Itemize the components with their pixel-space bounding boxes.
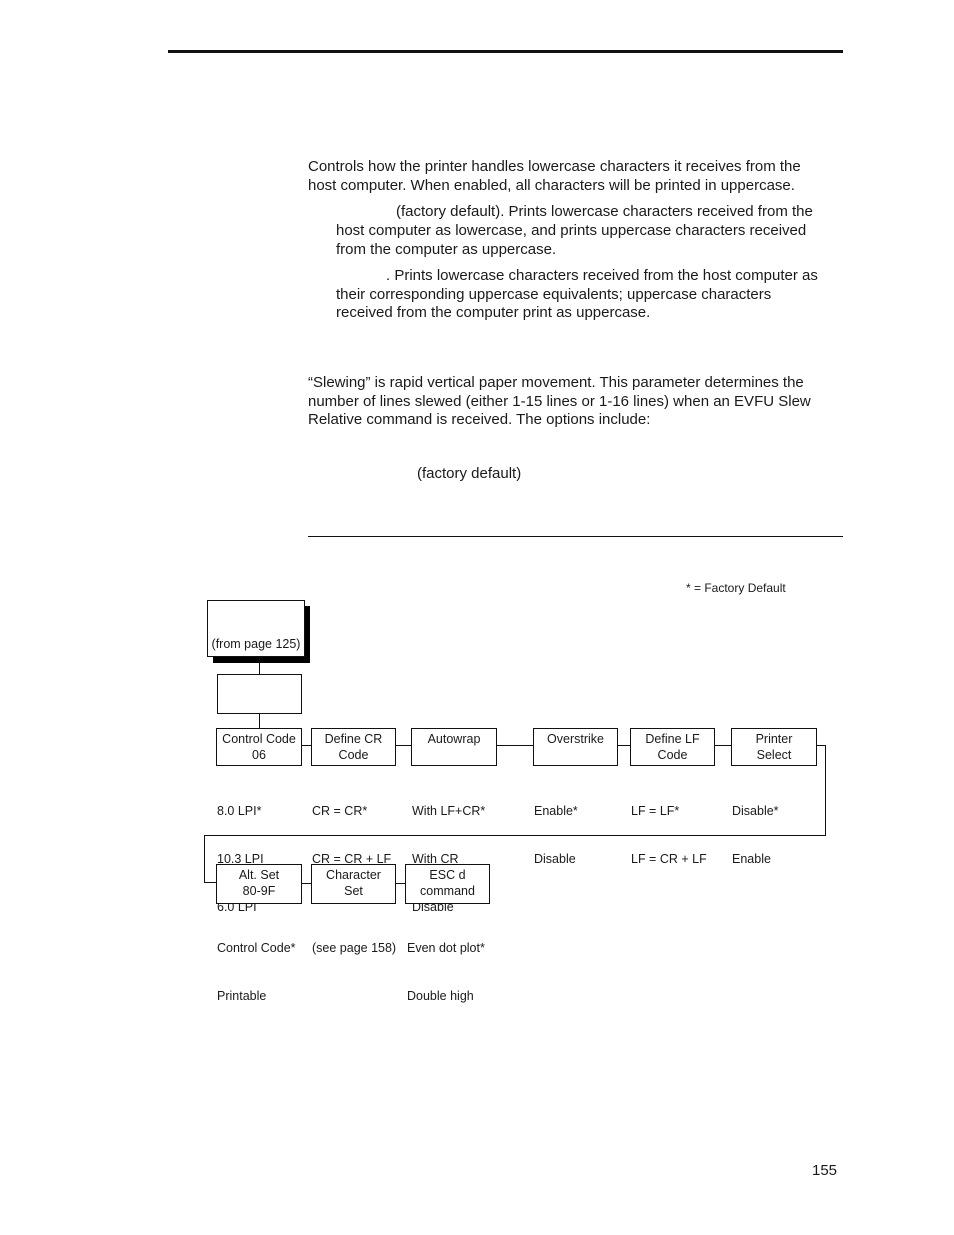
box-title: Define CR — [324, 732, 383, 746]
connector — [618, 745, 630, 746]
option-item: Even dot plot* — [407, 941, 485, 955]
connector — [259, 657, 260, 674]
option-item: Printable — [217, 989, 267, 1003]
box-subtitle: command — [420, 884, 475, 898]
options-printer-select: Disable* Enable — [732, 771, 779, 899]
menu-box-alt-set-80-9f: Alt. Set 80-9F — [216, 864, 302, 904]
box-title: Alt. Set — [238, 868, 280, 882]
option-item: (see page 158) — [312, 941, 397, 955]
options-character-set: (see page 158) — [312, 908, 396, 988]
option-item: Enable* — [534, 804, 578, 818]
connector — [204, 835, 205, 883]
option-item: With LF+CR* — [412, 804, 486, 818]
box-subtitle: 06 — [252, 748, 266, 762]
option-item: Disable* — [732, 804, 779, 818]
option-item: Double high — [407, 989, 474, 1003]
box-title: Autowrap — [427, 732, 481, 746]
case-option1-line1: (factory default). Prints lowercase char… — [396, 203, 813, 220]
blank-menu-box — [217, 674, 302, 714]
connector — [497, 745, 533, 746]
option-item: LF = LF* — [631, 804, 680, 818]
connector — [715, 745, 731, 746]
box-subtitle: Code — [657, 748, 688, 762]
case-option1-line3: from the computer as uppercase. — [336, 241, 557, 258]
box-subtitle: Set — [344, 884, 363, 898]
page-number: 155 — [812, 1162, 838, 1179]
slew-description-line3: Relative command is received. The option… — [308, 411, 651, 428]
case-option2-line3: received from the computer print as uppe… — [336, 304, 651, 321]
menu-box-define-cr-code: Define CR Code — [311, 728, 396, 766]
option-item: CR = CR* — [312, 804, 368, 818]
entry-box: (from page 125) — [207, 600, 305, 657]
connector — [396, 883, 405, 884]
connector — [825, 745, 826, 836]
factory-default-legend: * = Factory Default — [686, 581, 786, 595]
box-title: ESC d — [429, 868, 466, 882]
option-item: Disable — [534, 852, 576, 866]
slew-description-line1: “Slewing” is rapid vertical paper moveme… — [308, 374, 804, 391]
menu-box-printer-select: Printer Select — [731, 728, 817, 766]
option-item: Control Code* — [217, 941, 296, 955]
slew-description-line2: number of lines slewed (either 1-15 line… — [308, 393, 811, 410]
box-title: Printer — [755, 732, 793, 746]
box-subtitle: Code — [338, 748, 369, 762]
connector — [396, 745, 411, 746]
options-esc-d-command: Even dot plot* Double high — [407, 908, 485, 1036]
connector — [204, 882, 216, 883]
box-title: Character — [326, 868, 381, 882]
section-divider — [308, 536, 843, 537]
header-rule — [168, 50, 843, 53]
case-description-line2: host computer. When enabled, all charact… — [308, 177, 795, 194]
options-overstrike: Enable* Disable — [534, 771, 578, 899]
connector — [302, 883, 311, 884]
menu-box-character-set: Character Set — [311, 864, 396, 904]
option-item: 8.0 LPI* — [217, 804, 262, 818]
case-option1-line2: host computer as lowercase, and prints u… — [336, 222, 807, 239]
menu-box-control-code-06: Control Code 06 — [216, 728, 302, 766]
box-title: Overstrike — [547, 732, 604, 746]
case-option2-line2: their corresponding uppercase equivalent… — [336, 286, 772, 303]
case-description-line1: Controls how the printer handles lowerca… — [308, 158, 801, 175]
box-subtitle: Select — [756, 748, 792, 762]
box-title: Control Code — [222, 732, 296, 746]
connector — [302, 745, 311, 746]
menu-box-overstrike: Overstrike — [533, 728, 618, 766]
box-subtitle: 80-9F — [242, 884, 276, 898]
options-define-lf-code: LF = LF* LF = CR + LF — [631, 771, 707, 899]
box-title: Define LF — [645, 732, 700, 746]
case-option2-line1: . Prints lowercase characters received f… — [386, 267, 818, 284]
options-alt-set-80-9f: Control Code* Printable — [217, 908, 296, 1036]
menu-box-esc-d-command: ESC d command — [405, 864, 490, 904]
connector — [259, 714, 260, 728]
menu-box-define-lf-code: Define LF Code — [630, 728, 715, 766]
entry-box-label: (from page 125) — [211, 637, 301, 651]
slew-default-note: (factory default) — [417, 465, 522, 482]
option-item: LF = CR + LF — [631, 852, 707, 866]
menu-box-autowrap: Autowrap — [411, 728, 497, 766]
option-item: Enable — [732, 852, 771, 866]
